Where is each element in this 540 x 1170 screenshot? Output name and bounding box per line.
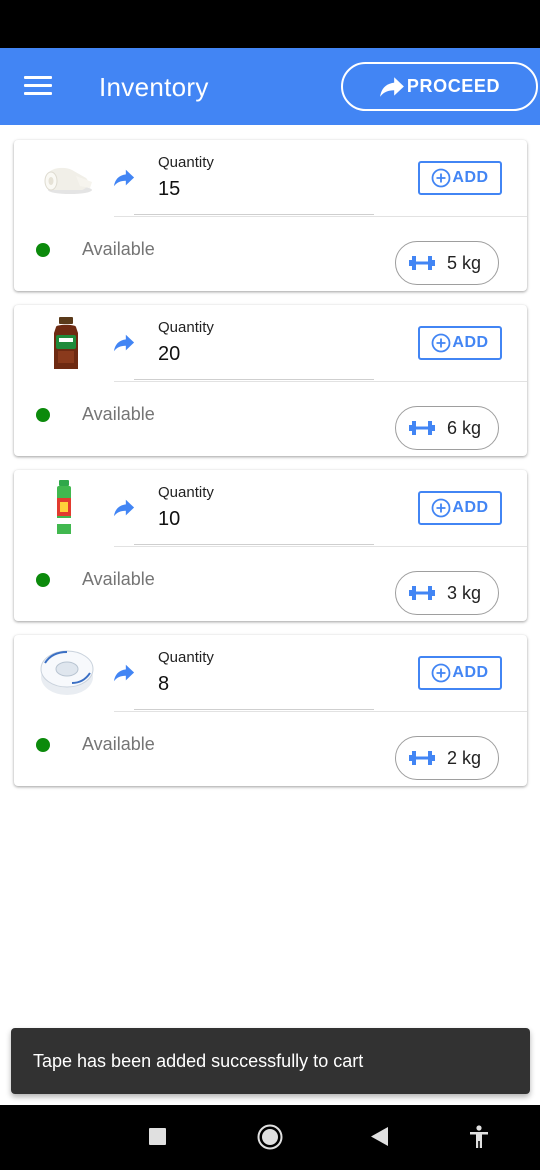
add-button[interactable]: ADD bbox=[418, 161, 502, 195]
accessibility-icon[interactable] bbox=[469, 1125, 489, 1149]
inventory-card: Quantity 15 ADD Available 5 kg bbox=[14, 140, 527, 291]
available-status-dot bbox=[36, 243, 50, 257]
weight-chip[interactable]: 3 kg bbox=[395, 571, 499, 615]
plus-circle-icon bbox=[432, 333, 451, 353]
add-label: ADD bbox=[452, 664, 489, 681]
recent-apps-icon[interactable] bbox=[149, 1128, 166, 1145]
weight-value: 3 kg bbox=[447, 582, 482, 603]
quantity-underline bbox=[134, 709, 374, 710]
bandage-roll-image bbox=[44, 167, 92, 194]
quantity-label: Quantity bbox=[158, 649, 214, 666]
menu-icon[interactable] bbox=[24, 76, 52, 96]
back-icon[interactable] bbox=[371, 1127, 389, 1146]
proceed-button[interactable]: PROCEED bbox=[341, 62, 538, 111]
inventory-card: Quantity 20 ADD Available 6 kg bbox=[14, 305, 527, 456]
spray-can-image bbox=[57, 480, 71, 534]
quantity-underline bbox=[134, 379, 374, 380]
divider bbox=[114, 546, 527, 547]
page-title: Inventory bbox=[99, 72, 209, 102]
share-icon[interactable] bbox=[113, 333, 135, 353]
share-icon[interactable] bbox=[113, 168, 135, 188]
weight-value: 6 kg bbox=[447, 417, 482, 438]
available-status-dot bbox=[36, 573, 50, 587]
tape-roll-image bbox=[40, 650, 94, 695]
divider bbox=[114, 381, 527, 382]
quantity-field[interactable]: 20 bbox=[158, 343, 180, 366]
dumbbell-icon bbox=[409, 256, 435, 270]
plus-circle-icon bbox=[432, 663, 451, 683]
plus-circle-icon bbox=[432, 498, 451, 518]
antiseptic-bottle-image bbox=[54, 317, 78, 369]
add-label: ADD bbox=[452, 334, 489, 351]
home-icon[interactable] bbox=[257, 1124, 283, 1150]
weight-value: 5 kg bbox=[447, 252, 482, 273]
quantity-underline bbox=[134, 214, 374, 215]
proceed-label: PROCEED bbox=[406, 76, 501, 96]
weight-chip[interactable]: 5 kg bbox=[395, 241, 499, 285]
weight-value: 2 kg bbox=[447, 747, 482, 768]
quantity-field[interactable]: 10 bbox=[158, 508, 180, 531]
quantity-label: Quantity bbox=[158, 319, 214, 336]
snackbar: Tape has been added successfully to cart bbox=[11, 1028, 530, 1094]
quantity-field[interactable]: 15 bbox=[158, 178, 180, 201]
quantity-label: Quantity bbox=[158, 484, 214, 501]
add-button[interactable]: ADD bbox=[418, 491, 502, 525]
app-bar: Inventory PROCEED bbox=[0, 48, 540, 125]
dumbbell-icon bbox=[409, 421, 435, 435]
weight-chip[interactable]: 6 kg bbox=[395, 406, 499, 450]
status-bar bbox=[0, 0, 540, 48]
status-text: Available bbox=[82, 404, 155, 424]
add-button[interactable]: ADD bbox=[418, 656, 502, 690]
share-icon[interactable] bbox=[113, 498, 135, 518]
inventory-card: Quantity 10 ADD Available 3 kg bbox=[14, 470, 527, 621]
share-icon[interactable] bbox=[113, 663, 135, 683]
quantity-field[interactable]: 8 bbox=[158, 673, 169, 696]
add-label: ADD bbox=[452, 169, 489, 186]
divider bbox=[114, 216, 527, 217]
divider bbox=[114, 711, 527, 712]
add-label: ADD bbox=[452, 499, 489, 516]
inventory-card: Quantity 8 ADD Available 2 kg bbox=[14, 635, 527, 786]
dumbbell-icon bbox=[409, 586, 435, 600]
status-text: Available bbox=[82, 569, 155, 589]
quantity-label: Quantity bbox=[158, 154, 214, 171]
dumbbell-icon bbox=[409, 751, 435, 765]
snackbar-message: Tape has been added successfully to cart bbox=[33, 1050, 364, 1071]
quantity-underline bbox=[134, 544, 374, 545]
add-button[interactable]: ADD bbox=[418, 326, 502, 360]
weight-chip[interactable]: 2 kg bbox=[395, 736, 499, 780]
available-status-dot bbox=[36, 738, 50, 752]
status-text: Available bbox=[82, 239, 155, 259]
available-status-dot bbox=[36, 408, 50, 422]
status-text: Available bbox=[82, 734, 155, 754]
share-arrow-icon bbox=[379, 76, 404, 97]
system-nav-bar bbox=[0, 1105, 540, 1170]
plus-circle-icon bbox=[432, 168, 451, 188]
